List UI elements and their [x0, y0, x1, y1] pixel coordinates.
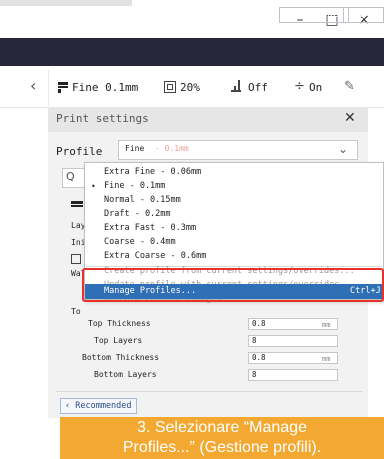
annotation-highlight-box	[82, 268, 384, 302]
profile-dropdown[interactable]	[118, 140, 358, 160]
profile-label: Profile	[56, 145, 103, 158]
collapse-chevron-icon[interactable]: ‹	[30, 76, 36, 95]
category-icon	[71, 201, 83, 208]
close-icon[interactable]: ✕	[344, 110, 356, 126]
recommended-button[interactable]: ‹ Recommended	[60, 398, 137, 414]
search-icon: Q	[66, 170, 75, 183]
marketplace-button[interactable]: Marketplace	[279, 7, 349, 23]
menu-item-normal[interactable]: Normal - 0.15mm	[104, 194, 181, 207]
caption-line-2: Profiles...” (Gestione profili).	[122, 439, 322, 456]
profile-summary-label[interactable]: Fine 0.1mm	[72, 80, 138, 96]
menu-item-draft[interactable]: Draft - 0.2mm	[104, 208, 171, 221]
menu-item-extra-fast[interactable]: Extra Fast - 0.3mm	[104, 222, 196, 235]
profile-selected-name: Fine	[125, 144, 145, 153]
bottom-layers-label: Bottom Layers	[94, 370, 157, 379]
bottom-thickness-label: Bottom Thickness	[82, 353, 160, 362]
menu-item-extra-fine[interactable]: Extra Fine - 0.06mm	[104, 166, 201, 179]
adhesion-summary-label[interactable]: On	[309, 80, 322, 96]
app-header	[0, 38, 384, 66]
toolbar-divider	[48, 70, 49, 106]
menu-item-coarse[interactable]: Coarse - 0.4mm	[104, 236, 176, 249]
selected-bullet-icon: •	[91, 182, 96, 191]
menu-item-extra-coarse[interactable]: Extra Coarse - 0.6mm	[104, 250, 206, 263]
infill-grid-icon	[164, 81, 176, 93]
support-icon	[231, 80, 243, 94]
walls-icon	[71, 254, 81, 264]
top-layers-label: Top Layers	[94, 336, 143, 345]
caption-line-1: 3. Selezionare “Manage	[137, 419, 307, 436]
pencil-icon[interactable]: ✎	[344, 79, 355, 95]
top-layers-field[interactable]: 8	[248, 335, 338, 347]
instruction-caption-text: 3. Selezionare “Manage Profiles...” (Ges…	[60, 417, 384, 458]
category-fragment: To	[71, 307, 81, 316]
chevron-down-icon[interactable]: ⌄	[338, 142, 348, 156]
sign-in-button[interactable]: Sign in	[343, 7, 384, 34]
support-summary-label[interactable]: Off	[248, 80, 268, 96]
layers-icon	[58, 81, 70, 93]
top-thickness-unit: mm	[322, 321, 331, 329]
panel-title: Print settings	[56, 112, 149, 125]
menu-item-fine[interactable]: Fine - 0.1mm	[104, 180, 165, 193]
top-thickness-label: Top Thickness	[88, 319, 151, 328]
panel-divider	[56, 391, 362, 392]
bottom-layers-field[interactable]: 8	[248, 369, 338, 381]
profile-selected-size: - 0.1mm	[155, 144, 189, 153]
titlebar-strip	[0, 0, 132, 6]
infill-summary-label[interactable]: 20%	[180, 80, 200, 96]
bottom-thickness-unit: mm	[322, 355, 331, 363]
adhesion-icon: ÷	[294, 79, 305, 94]
